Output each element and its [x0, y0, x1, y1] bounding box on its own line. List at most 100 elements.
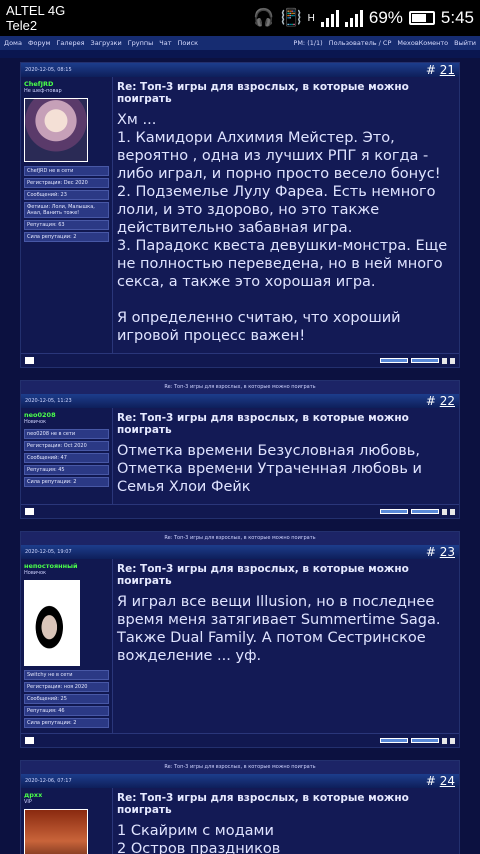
user-info: Сообщений: 23 [24, 190, 109, 200]
post-number-link[interactable]: 22 [440, 394, 455, 408]
user-panel: neo0208 Новичок neo0208 не в сети Регист… [21, 408, 113, 504]
user-panel: дрхх VIP [21, 788, 113, 854]
posts-list: 2020-12-05, 08:15 # 21 ChefJRD Не шеф-по… [0, 58, 480, 854]
post-title: Re: Топ-3 игры для взрослых, в которые м… [117, 792, 409, 816]
post-header: Re: Топ-3 игры для взрослых, в которые м… [21, 381, 459, 394]
post-meta: 2020-12-05, 08:15 # 21 [21, 63, 459, 77]
post-title: Re: Топ-3 игры для взрослых, в которые м… [117, 81, 409, 105]
user-info: Фетиши: Лоли, Малышка, Анал, Ванить тоже… [24, 202, 109, 218]
post-meta: 2020-12-05, 11:23 # 22 [21, 394, 459, 408]
reply-button[interactable] [380, 509, 408, 514]
nav-home[interactable]: Дома [4, 39, 22, 47]
headphones-icon: 🎧 [253, 8, 275, 27]
user-info: Сила репутации: 2 [24, 477, 109, 487]
avatar[interactable] [24, 98, 88, 162]
user-info: Репутация: 45 [24, 465, 109, 475]
report-icon[interactable] [442, 737, 447, 744]
post-title: Re: Топ-3 игры для взрослых, в которые м… [117, 563, 409, 587]
post-header: Re: Топ-3 игры для взрослых, в которые м… [21, 532, 459, 545]
post: 2020-12-05, 08:15 # 21 ChefJRD Не шеф-по… [20, 62, 460, 368]
post-footer [21, 353, 459, 367]
post-footer [21, 733, 459, 747]
user-info: Сообщений: 25 [24, 694, 109, 704]
post-date: 2020-12-05, 08:15 [25, 67, 72, 73]
user-info: neo0208 не в сети [24, 429, 109, 439]
nav-groups[interactable]: Группы [128, 39, 154, 47]
clock: 5:45 [440, 8, 474, 27]
multiquote-icon[interactable] [450, 737, 455, 744]
nav-downloads[interactable]: Загрузки [91, 39, 122, 47]
post-date: 2020-12-05, 19:07 [25, 549, 72, 555]
reply-button[interactable] [380, 358, 408, 363]
user-info: Сила репутации: 2 [24, 232, 109, 242]
user-info: ChefJRD не в сети [24, 166, 109, 176]
forum-navbar: Дома Форум Галерея Загрузки Группы Чат П… [0, 36, 480, 50]
network-type: H [307, 12, 315, 24]
post: Re: Топ-3 игры для взрослых, в которые м… [20, 380, 460, 519]
post-text: Я играл все вещи Illusion, но в последне… [117, 594, 441, 664]
username-link[interactable]: непостоянный [24, 562, 109, 570]
nav-logout[interactable]: Выйти [454, 39, 476, 47]
user-info: Сообщений: 47 [24, 453, 109, 463]
report-icon[interactable] [442, 508, 447, 515]
multiquote-icon[interactable] [450, 357, 455, 364]
nav-comments[interactable]: МеховКоменто [397, 39, 448, 47]
carrier-2: Tele2 [6, 18, 38, 33]
post-text: Хм ... 1. Камидори Алхимия Мейстер. Это,… [117, 112, 448, 344]
post-text: Отметка времени Безусловная любовь, Отме… [117, 443, 422, 495]
battery-percent: 69% [368, 8, 403, 27]
nav-user-cp[interactable]: Пользователь / CP [329, 39, 392, 47]
user-info: Репутация: 46 [24, 706, 109, 716]
user-panel: ChefJRD Не шеф-повар ChefJRD не в сети Р… [21, 77, 113, 353]
username-link[interactable]: дрхх [24, 791, 109, 799]
user-title: Новичок [24, 419, 47, 425]
nav-pm[interactable]: PM: (1/1) [293, 39, 322, 47]
user-title: Не шеф-повар [24, 88, 62, 94]
nav-forum[interactable]: Форум [28, 39, 50, 47]
nav-chat[interactable]: Чат [159, 39, 171, 47]
quote-button[interactable] [411, 738, 439, 743]
nav-subbar [0, 50, 480, 58]
user-info: Сила репутации: 2 [24, 718, 109, 728]
signal-icon [320, 9, 339, 27]
username-link[interactable]: ChefJRD [24, 80, 109, 88]
status-icon [25, 357, 34, 364]
post-number-link[interactable]: 21 [440, 63, 455, 77]
post-number-link[interactable]: 24 [440, 774, 455, 788]
avatar[interactable] [24, 580, 80, 666]
post-meta: 2020-12-06, 07:17 # 24 [21, 774, 459, 788]
post-date: 2020-12-06, 07:17 [25, 778, 72, 784]
avatar[interactable] [24, 809, 88, 854]
post-title: Re: Топ-3 игры для взрослых, в которые м… [117, 412, 409, 436]
post-footer [21, 504, 459, 518]
user-info: Регистрация: ноя 2020 [24, 682, 109, 692]
status-icon [25, 737, 34, 744]
status-bar: ALTEL 4G Tele2 🎧 📳 H 69% 5:45 [0, 0, 480, 36]
user-info: Switchy не в сети [24, 670, 109, 680]
status-icon [25, 508, 34, 515]
multiquote-icon[interactable] [450, 508, 455, 515]
reply-button[interactable] [380, 738, 408, 743]
user-info: Регистрация: Dec 2020 [24, 178, 109, 188]
vibrate-icon: 📳 [280, 8, 302, 27]
signal-icon-2 [344, 9, 363, 27]
user-info: Регистрация: Oct 2020 [24, 441, 109, 451]
nav-search[interactable]: Поиск [178, 39, 199, 47]
post-date: 2020-12-05, 11:23 [25, 398, 72, 404]
user-title: Новичок [24, 570, 47, 576]
battery-icon [408, 11, 435, 25]
post-meta: 2020-12-05, 19:07 # 23 [21, 545, 459, 559]
carrier-1: ALTEL 4G [6, 3, 66, 18]
post: Re: Топ-3 игры для взрослых, в которые м… [20, 760, 460, 854]
report-icon[interactable] [442, 357, 447, 364]
user-info: Репутация: 63 [24, 220, 109, 230]
post: Re: Топ-3 игры для взрослых, в которые м… [20, 531, 460, 748]
quote-button[interactable] [411, 509, 439, 514]
post-header: Re: Топ-3 игры для взрослых, в которые м… [21, 761, 459, 774]
nav-gallery[interactable]: Галерея [56, 39, 84, 47]
post-text: 1 Скайрим с модами 2 Остров праздников 3… [117, 823, 281, 854]
user-panel: непостоянный Новичок Switchy не в сети Р… [21, 559, 113, 733]
quote-button[interactable] [411, 358, 439, 363]
post-number-link[interactable]: 23 [440, 545, 455, 559]
username-link[interactable]: neo0208 [24, 411, 109, 419]
